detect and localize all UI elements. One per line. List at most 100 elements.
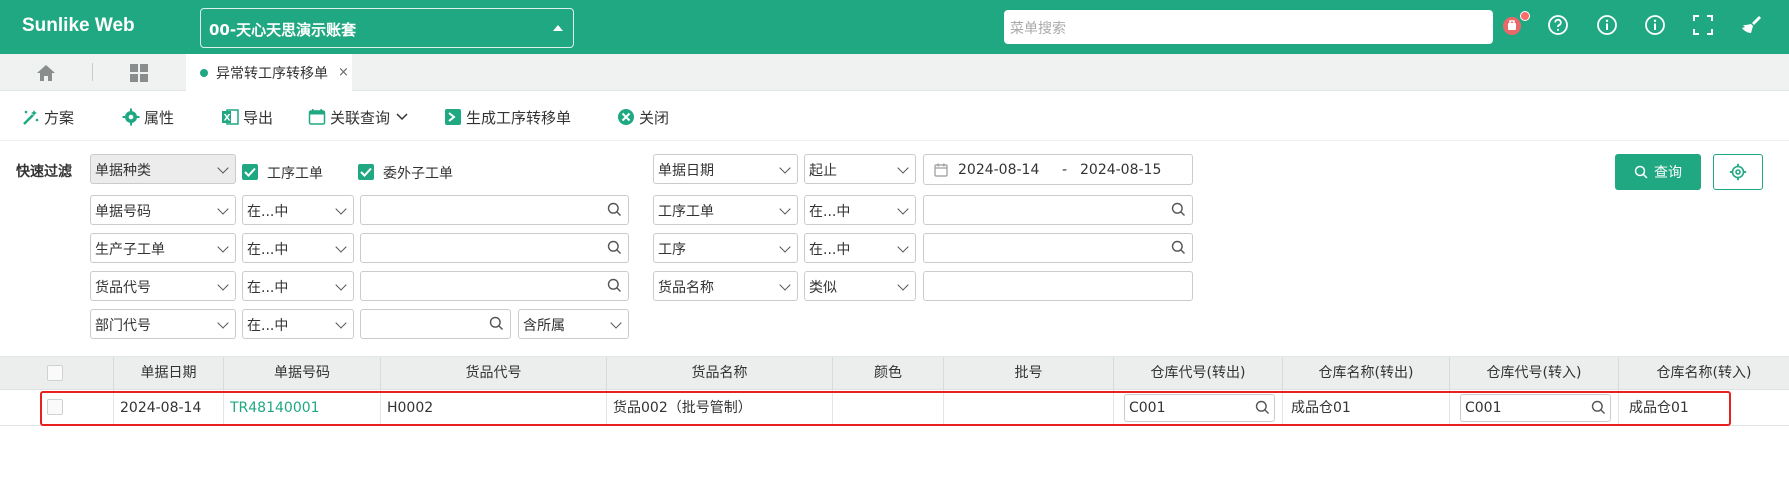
column-header[interactable]: 单据日期 — [114, 357, 224, 390]
calendar-icon — [308, 108, 326, 126]
fullscreen-icon[interactable] — [1691, 14, 1715, 38]
column-header[interactable]: 仓库名称(转出) — [1283, 357, 1450, 390]
chevron-down-icon — [779, 241, 791, 253]
column-header[interactable]: 单据号码 — [224, 357, 381, 390]
filter-field-value: 工序 — [658, 242, 686, 258]
row-select-cell — [0, 390, 114, 426]
filter-operator-value: 在...中 — [247, 280, 289, 296]
close-tab-icon[interactable]: × — [338, 65, 349, 80]
include-sub-select[interactable]: 含所属 — [518, 309, 629, 339]
doc-type-select[interactable]: 单据种类 — [90, 154, 236, 184]
menu-search-input[interactable]: 菜单搜索 — [1004, 10, 1493, 44]
gear-icon — [1729, 163, 1747, 181]
doc-no-input[interactable] — [360, 195, 629, 225]
filter-field-select[interactable]: 部门代号 — [90, 309, 236, 339]
column-header[interactable]: 批号 — [944, 357, 1114, 390]
filter-field-select[interactable]: 单据号码 — [90, 195, 236, 225]
chevron-down-icon — [217, 279, 229, 291]
related-query-button[interactable]: 关联查询 — [308, 106, 408, 128]
filter-operator-select[interactable]: 在...中 — [242, 309, 354, 339]
filter-operator-select[interactable]: 在...中 — [804, 195, 916, 225]
properties-label: 属性 — [144, 108, 175, 127]
search-icon[interactable] — [1255, 400, 1270, 415]
chevron-down-icon — [779, 279, 791, 291]
cell-doc-no-link[interactable]: TR48140001 — [224, 390, 381, 426]
filter-operator-select[interactable]: 在...中 — [242, 233, 354, 263]
date-mode-select[interactable]: 起止 — [804, 154, 916, 184]
magic-wand-icon — [22, 108, 40, 126]
search-icon — [1634, 165, 1648, 179]
doc-date-field-select[interactable]: 单据日期 — [653, 154, 798, 184]
filter-field-select[interactable]: 货品名称 — [653, 271, 798, 301]
account-select[interactable]: 00-天心天思演示账套 — [200, 8, 574, 48]
tab-home[interactable] — [0, 54, 92, 91]
grid-header: 单据日期 单据号码 货品代号 货品名称 颜色 批号 仓库代号(转出) 仓库名称(… — [0, 357, 1789, 390]
filter-field-select[interactable]: 工序 — [653, 233, 798, 263]
search-icon[interactable] — [607, 202, 622, 217]
filter-operator-select[interactable]: 在...中 — [242, 195, 354, 225]
date-range-picker[interactable]: 2024-08-14 - 2024-08-15 — [923, 154, 1193, 185]
column-header[interactable]: 货品名称 — [607, 357, 833, 390]
filter-operator-select[interactable]: 在...中 — [242, 271, 354, 301]
outsource-suborder-checkbox[interactable] — [358, 164, 374, 180]
top-bar: Sunlike Web 00-天心天思演示账套 菜单搜索 — [0, 0, 1789, 54]
process-order-checkbox[interactable] — [242, 164, 258, 180]
tab-abnormal-transfer[interactable]: 异常转工序转移单 × — [186, 54, 352, 91]
column-header[interactable]: 仓库代号(转出) — [1114, 357, 1283, 390]
doc-date-field-value: 单据日期 — [658, 163, 714, 179]
item-name-input[interactable] — [923, 271, 1193, 301]
properties-button[interactable]: 属性 — [122, 106, 174, 128]
process-input[interactable] — [923, 233, 1193, 263]
cell-wh-out-name: 成品仓01 — [1283, 390, 1450, 426]
search-icon[interactable] — [1171, 202, 1186, 217]
wh-in-code-input[interactable]: C001 — [1460, 394, 1611, 422]
process-order-input[interactable] — [923, 195, 1193, 225]
row-checkbox[interactable] — [47, 399, 63, 415]
search-icon[interactable] — [1591, 400, 1606, 415]
search-icon[interactable] — [607, 240, 622, 255]
column-header[interactable]: 仓库代号(转入) — [1450, 357, 1619, 390]
filter-field-select[interactable]: 生产子工单 — [90, 233, 236, 263]
wh-out-code-input[interactable]: C001 — [1124, 394, 1275, 422]
wh-out-code-value: C001 — [1129, 400, 1166, 416]
select-all-checkbox[interactable] — [47, 365, 63, 381]
chevron-down-icon — [610, 317, 622, 329]
column-header[interactable]: 颜色 — [833, 357, 944, 390]
column-header[interactable]: 货品代号 — [381, 357, 607, 390]
cell-wh-in-name: 成品仓01 — [1629, 400, 1689, 416]
filter-operator-select[interactable]: 类似 — [804, 271, 916, 301]
sub-order-input[interactable] — [360, 233, 629, 263]
filter-field-select[interactable]: 工序工单 — [653, 195, 798, 225]
item-code-input[interactable] — [360, 271, 629, 301]
table-row[interactable]: 2024-08-14 TR48140001 H0002 货品002（批号管制） … — [0, 390, 1789, 426]
column-header[interactable]: 仓库名称(转入) — [1619, 357, 1789, 390]
generate-transfer-button[interactable]: 生成工序转移单 — [444, 106, 571, 128]
dept-code-input[interactable] — [360, 309, 511, 339]
search-icon[interactable] — [1171, 240, 1186, 255]
search-icon[interactable] — [489, 316, 504, 331]
filter-field-value: 货品代号 — [95, 280, 151, 296]
search-icon[interactable] — [607, 278, 622, 293]
filter-operator-value: 在...中 — [247, 318, 289, 334]
tab-apps[interactable] — [93, 54, 185, 91]
chevron-down-icon — [217, 241, 229, 253]
query-button[interactable]: 查询 — [1615, 154, 1701, 190]
info-icon[interactable] — [1595, 14, 1619, 38]
filter-settings-button[interactable] — [1713, 154, 1763, 190]
export-button[interactable]: X 导出 — [221, 106, 273, 128]
filter-field-select[interactable]: 货品代号 — [90, 271, 236, 301]
broom-icon[interactable] — [1739, 14, 1763, 38]
scheme-button[interactable]: 方案 — [22, 106, 74, 128]
info-icon[interactable] — [1643, 14, 1667, 38]
filter-operator-select[interactable]: 在...中 — [804, 233, 916, 263]
tab-bar: 异常转工序转移单 × — [0, 54, 1789, 91]
close-button[interactable]: 关闭 — [617, 106, 669, 128]
terminal-icon — [444, 108, 462, 126]
date-from[interactable]: 2024-08-14 — [958, 162, 1039, 178]
related-query-label: 关联查询 — [330, 108, 391, 127]
data-grid: 单据日期 单据号码 货品代号 货品名称 颜色 批号 仓库代号(转出) 仓库名称(… — [0, 356, 1789, 479]
help-icon[interactable] — [1546, 14, 1570, 38]
date-to[interactable]: 2024-08-15 — [1080, 162, 1161, 178]
chevron-down-icon — [897, 162, 909, 174]
app-icon[interactable] — [1500, 14, 1524, 38]
